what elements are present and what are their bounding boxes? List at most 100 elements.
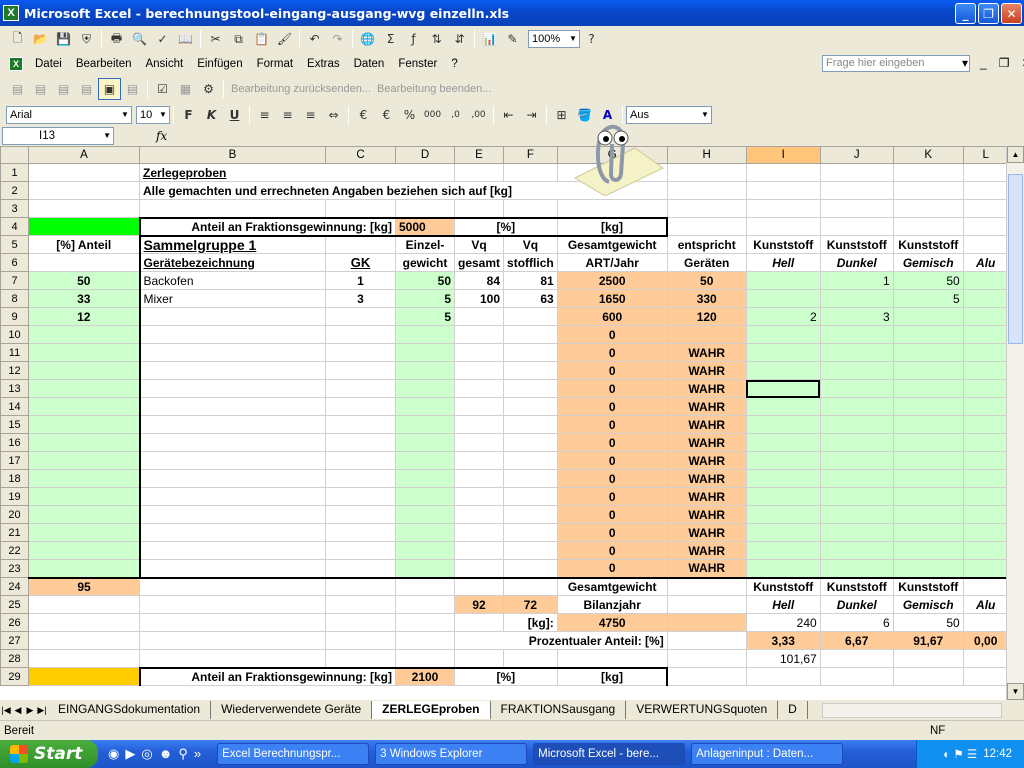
close-button[interactable]: ✕ [1001,3,1022,24]
col-header-i[interactable]: I [745,146,821,164]
cell-e16[interactable] [453,433,505,452]
row-header[interactable]: 8 [0,289,29,308]
cell-l20[interactable] [962,505,1009,524]
help-icon[interactable]: ? [580,28,603,50]
row-header[interactable]: 13 [0,379,29,398]
cell-d14[interactable] [395,397,455,416]
cell-f23[interactable] [503,559,558,579]
cell-g5[interactable]: Gesamtgewicht [556,234,668,254]
cell-b8[interactable]: Mixer [138,289,326,308]
menu-daten[interactable]: Daten [347,58,392,70]
cell-l9[interactable] [962,307,1009,326]
menu-fenster[interactable]: Fenster [391,58,444,70]
workbook-icon[interactable]: X [9,57,23,71]
cell-e13[interactable] [453,379,505,398]
cell-k21[interactable] [892,523,964,542]
cell-k9[interactable] [892,307,964,326]
col-header-l[interactable]: L [962,146,1009,164]
cell-g16[interactable]: 0 [556,433,668,452]
cell-h17[interactable]: WAHR [666,451,747,470]
cell-f18[interactable] [503,469,558,488]
network-icon[interactable]: ⚲ [178,746,188,762]
cell-f19[interactable] [503,487,558,506]
cell-i27[interactable]: 3,33 [745,631,821,650]
cell-k7[interactable]: 50 [892,271,964,290]
cell-b13[interactable] [138,379,326,398]
vertical-scrollbar[interactable]: ▲ ▼ [1006,146,1024,700]
cell-h7[interactable]: 50 [666,271,747,290]
cell-b6[interactable]: Gerätebezeichnung [138,253,326,272]
reply-with-changes[interactable]: Bearbeitung zurücksenden... [231,83,371,95]
start-button[interactable]: Start [0,740,98,768]
name-box[interactable]: I13 ▼ [2,127,114,145]
merge-center-icon[interactable]: ⇔ [322,104,345,126]
cell-f10[interactable] [503,325,558,344]
last-sheet-icon[interactable]: ▶| [36,705,48,716]
more-icon[interactable]: » [194,746,201,762]
cell-e20[interactable] [453,505,505,524]
cell-i5[interactable]: Kunststoff [745,235,821,254]
cell-d5[interactable]: Einzel- [395,234,455,254]
cell-c15[interactable] [325,415,396,434]
cell-g12[interactable]: 0 [556,361,668,380]
prev-sheet-icon[interactable]: ◀ [12,705,24,716]
help-search-input[interactable]: Frage hier eingeben [822,55,970,72]
cell-j25[interactable]: Dunkel [819,595,894,614]
fraction-value-2[interactable]: 2100 [395,666,455,686]
cell-a15[interactable] [28,415,140,434]
cell-b14[interactable] [138,397,326,416]
currency-icon[interactable]: € [352,104,375,126]
cell-a7[interactable]: 50 [28,271,140,290]
cell-j15[interactable] [819,415,894,434]
col-header-a[interactable]: A [28,146,140,164]
cell-e19[interactable] [453,487,505,506]
align-center-icon[interactable]: ≡ [276,104,299,126]
cell-l16[interactable] [962,433,1009,452]
cell-c10[interactable] [325,325,396,344]
euro-icon[interactable]: € [375,104,398,126]
row-header[interactable]: 22 [0,541,29,560]
cell-h16[interactable]: WAHR [666,433,747,452]
cell-j5[interactable]: Kunststoff [819,235,894,254]
cell-h8[interactable]: 330 [666,289,747,308]
cell-j14[interactable] [819,397,894,416]
cell-f20[interactable] [503,505,558,524]
cell-l19[interactable] [962,487,1009,506]
cell-g22[interactable]: 0 [556,541,668,560]
task-windows-explorer[interactable]: 3 Windows Explorer [375,743,528,765]
cell-c18[interactable] [325,469,396,488]
cell-b17[interactable] [138,451,326,470]
cell-k8[interactable]: 5 [892,289,964,308]
col-header-c[interactable]: C [325,146,396,164]
percent-icon[interactable]: % [398,104,421,126]
cell-k5[interactable]: Kunststoff [892,235,964,254]
office-assistant-icon[interactable] [565,108,665,196]
workbook-minimize-button[interactable]: _ [980,56,987,70]
cell-a8[interactable]: 33 [28,289,140,308]
cell-d8[interactable]: 5 [395,289,455,308]
italic-icon[interactable]: K [200,104,223,126]
review-icon-2[interactable]: ▤ [29,78,52,100]
cut-icon[interactable]: ✂ [204,28,227,50]
opera-icon[interactable]: ◎ [141,746,152,762]
tab-zerlegeproben[interactable]: ZERLEGEproben [372,701,491,719]
cell-c16[interactable] [325,433,396,452]
cell-i11[interactable] [745,343,821,362]
cell-i13[interactable] [745,379,821,398]
cell-e7[interactable]: 84 [453,271,505,290]
cell-a10[interactable] [28,325,140,344]
cell-l12[interactable] [962,361,1009,380]
cell-d9[interactable]: 5 [395,307,455,326]
new-icon[interactable]: 🗋 [6,28,29,50]
cell-d17[interactable] [395,451,455,470]
cell-d6[interactable]: gewicht [395,253,455,272]
zoom-select[interactable]: 100% ▼ [528,30,580,48]
print-preview-icon[interactable]: 🔍 [128,28,151,50]
review-icon-4[interactable]: ▤ [75,78,98,100]
row-header[interactable]: 17 [0,451,29,470]
paste-icon[interactable]: 📋 [250,28,273,50]
menu-format[interactable]: Format [250,58,300,70]
cell-b19[interactable] [138,487,326,506]
cell-f8[interactable]: 63 [503,289,558,308]
cell-f5[interactable]: Vq [503,234,558,254]
